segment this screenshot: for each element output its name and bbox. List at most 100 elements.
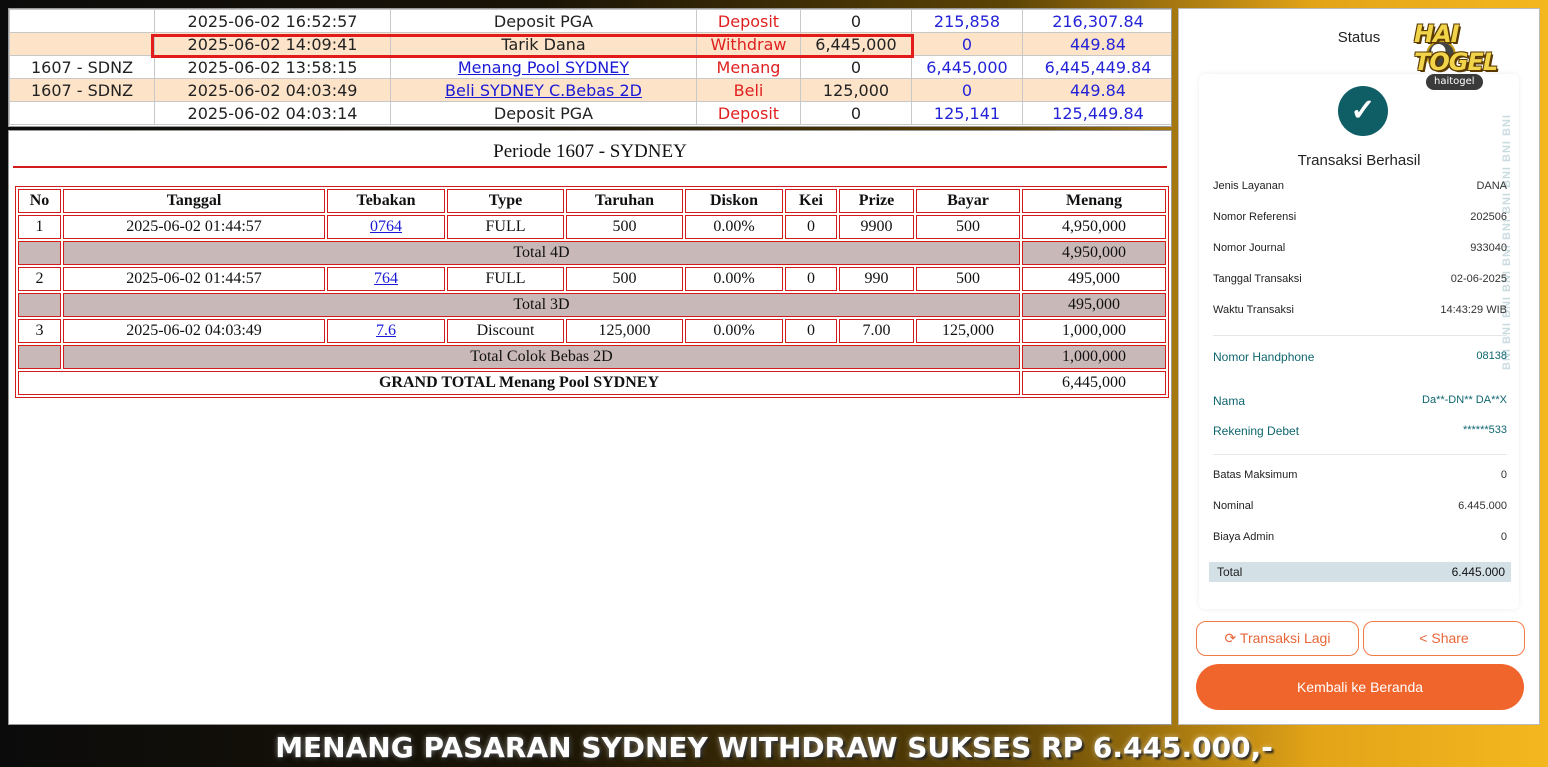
tebakan-link[interactable]: 7.6 — [376, 322, 396, 339]
subtotal-value: 4,950,000 — [1022, 241, 1166, 265]
transaction-table: 2025-06-02 16:52:57 Deposit PGA Deposit 0 21… — [9, 9, 1171, 125]
description-link[interactable]: Beli SYDNEY C.Bebas 2D — [445, 81, 642, 100]
column-header: Diskon — [685, 189, 783, 213]
receipt-total-row: Total 6.445.000 — [1209, 562, 1511, 582]
receipt-field-label: Jenis Layanan — [1213, 180, 1284, 192]
tebakan-link[interactable]: 0764 — [370, 218, 402, 235]
type-cell: Deposit — [696, 101, 801, 125]
bet-menang-cell: 4,950,000 — [1022, 215, 1166, 239]
subtotal-label: Total 3D — [63, 293, 1020, 317]
bet-no-cell: 1 — [18, 215, 61, 239]
bet-no-cell: 2 — [18, 267, 61, 291]
description-link[interactable]: Menang Pool SYDNEY — [458, 58, 629, 77]
credit-cell: 125,141 — [911, 101, 1023, 125]
bet-tebakan-cell: 764 — [327, 267, 445, 291]
bet-no-cell: 3 — [18, 319, 61, 343]
logo-subtitle: haitogel — [1426, 74, 1483, 90]
type-cell: Deposit — [696, 9, 801, 33]
credit-cell: 0 — [911, 32, 1023, 56]
subtotal-row: Total 4D 4,950,000 — [18, 241, 1166, 265]
receipt-field-value: 02-06-2025 — [1450, 273, 1507, 285]
column-header: Prize — [839, 189, 914, 213]
receipt-field-value: Da**-DN** DA**X — [1422, 394, 1507, 406]
logo-text: HAI TOGEL — [1414, 20, 1498, 76]
receipt-field-value: 08138 — [1476, 350, 1507, 362]
bet-kei-cell: 0 — [785, 267, 837, 291]
receipt-field-label: Nama — [1213, 394, 1246, 408]
transaction-row: 1607 - SDNZ 2025-06-02 04:03:49 Beli SYDNE… — [9, 78, 1171, 102]
column-header: Kei — [785, 189, 837, 213]
column-header: Bayar — [916, 189, 1020, 213]
subtotal-value: 1,000,000 — [1022, 345, 1166, 369]
subtotal-value: 495,000 — [1022, 293, 1166, 317]
receipt-field-label: Nomor Journal — [1213, 242, 1286, 254]
invoice-cell — [9, 32, 155, 56]
refresh-icon: ⟳ — [1224, 630, 1240, 646]
subtotal-row: Total 3D 495,000 — [18, 293, 1166, 317]
receipt-field-label: Nominal — [1213, 500, 1254, 512]
bet-table-header: No Tanggal Tebakan Type Taruhan Diskon Kei Priz… — [18, 189, 1166, 213]
divider — [1213, 335, 1507, 336]
type-cell: Beli — [696, 78, 801, 102]
subtotal-label: Total Colok Bebas 2D — [63, 345, 1020, 369]
share-button[interactable]: < Share — [1363, 621, 1525, 656]
tebakan-link[interactable]: 764 — [374, 270, 398, 287]
kembali-ke-beranda-button[interactable]: Kembali ke Beranda — [1196, 664, 1524, 710]
type-cell: Menang — [696, 55, 801, 79]
column-header: Tanggal — [63, 189, 325, 213]
success-check-icon: ✓ — [1338, 86, 1388, 136]
bet-row: 2 2025-06-02 01:44:57 764 FULL 500 0.00% 0 990 5… — [18, 267, 1166, 291]
bet-type-cell: Discount — [447, 319, 564, 343]
balance-cell: 125,449.84 — [1022, 101, 1171, 125]
balance-cell: 449.84 — [1022, 78, 1171, 102]
total-value: 6.445.000 — [1451, 565, 1505, 579]
bet-tanggal-cell: 2025-06-02 01:44:57 — [63, 215, 325, 239]
receipt-field-label: Nomor Handphone — [1213, 350, 1315, 364]
bet-tebakan-cell: 7.6 — [327, 319, 445, 343]
receipt-field-label: Waktu Transaksi — [1213, 304, 1294, 316]
credit-cell: 6,445,000 — [911, 55, 1023, 79]
transaksi-lagi-button[interactable]: ⟳ Transaksi Lagi — [1196, 621, 1359, 656]
period-title: Periode 1607 - SYDNEY — [13, 141, 1167, 168]
column-header: Taruhan — [566, 189, 683, 213]
receipt-field-label: Biaya Admin — [1213, 531, 1275, 543]
receipt-field-label: Rekening Debet — [1213, 424, 1300, 438]
receipt-field-value: 0 — [1500, 531, 1507, 543]
receipt-field-label: Tanggal Transaksi — [1213, 273, 1302, 285]
bet-taruhan-cell: 500 — [566, 267, 683, 291]
column-header: Menang — [1022, 189, 1166, 213]
bet-bayar-cell: 500 — [916, 267, 1020, 291]
receipt-field-value: 14:43:29 WIB — [1440, 304, 1507, 316]
balance-cell: 449.84 — [1022, 32, 1171, 56]
bet-row: 1 2025-06-02 01:44:57 0764 FULL 500 0.00% 0 990… — [18, 215, 1166, 239]
debit-cell: 0 — [800, 101, 912, 125]
transaction-history-panel: 2025-06-02 16:52:57 Deposit PGA Deposit 0 21… — [8, 8, 1172, 127]
divider — [1213, 454, 1507, 455]
bet-prize-cell: 990 — [839, 267, 914, 291]
grand-total-value: 6,445,000 — [1022, 371, 1166, 395]
transaction-row: 2025-06-02 04:03:14 Deposit PGA Deposit 0 12… — [9, 101, 1171, 125]
transaction-row: 1607 - SDNZ 2025-06-02 13:58:15 Menang Poo… — [9, 55, 1171, 79]
credit-cell: 215,858 — [911, 9, 1023, 33]
datetime-cell: 2025-06-02 04:03:14 — [154, 101, 391, 125]
receipt-field-value: 6.445.000 — [1458, 500, 1507, 512]
bet-detail-table: No Tanggal Tebakan Type Taruhan Diskon Kei Priz… — [15, 186, 1169, 398]
description-cell: Menang Pool SYDNEY — [390, 55, 697, 79]
bet-diskon-cell: 0.00% — [685, 215, 783, 239]
period-detail-panel: Periode 1607 - SYDNEY No Tanggal Tebakan Ty… — [8, 130, 1172, 725]
transaction-row: 2025-06-02 16:52:57 Deposit PGA Deposit 0 21… — [9, 9, 1171, 33]
invoice-cell: 1607 - SDNZ — [9, 78, 155, 102]
bet-tebakan-cell: 0764 — [327, 215, 445, 239]
subtotal-row: Total Colok Bebas 2D 1,000,000 — [18, 345, 1166, 369]
datetime-cell: 2025-06-02 04:03:49 — [154, 78, 391, 102]
bet-type-cell: FULL — [447, 267, 564, 291]
invoice-cell — [9, 9, 155, 33]
receipt-field-label: Batas Maksimum — [1213, 469, 1298, 481]
column-header: Type — [447, 189, 564, 213]
invoice-cell: 1607 - SDNZ — [9, 55, 155, 79]
datetime-cell: 2025-06-02 16:52:57 — [154, 9, 391, 33]
column-header: No — [18, 189, 61, 213]
type-cell: Withdraw — [696, 32, 801, 56]
bet-kei-cell: 0 — [785, 319, 837, 343]
receipt-field-label: Nomor Referensi — [1213, 211, 1297, 223]
